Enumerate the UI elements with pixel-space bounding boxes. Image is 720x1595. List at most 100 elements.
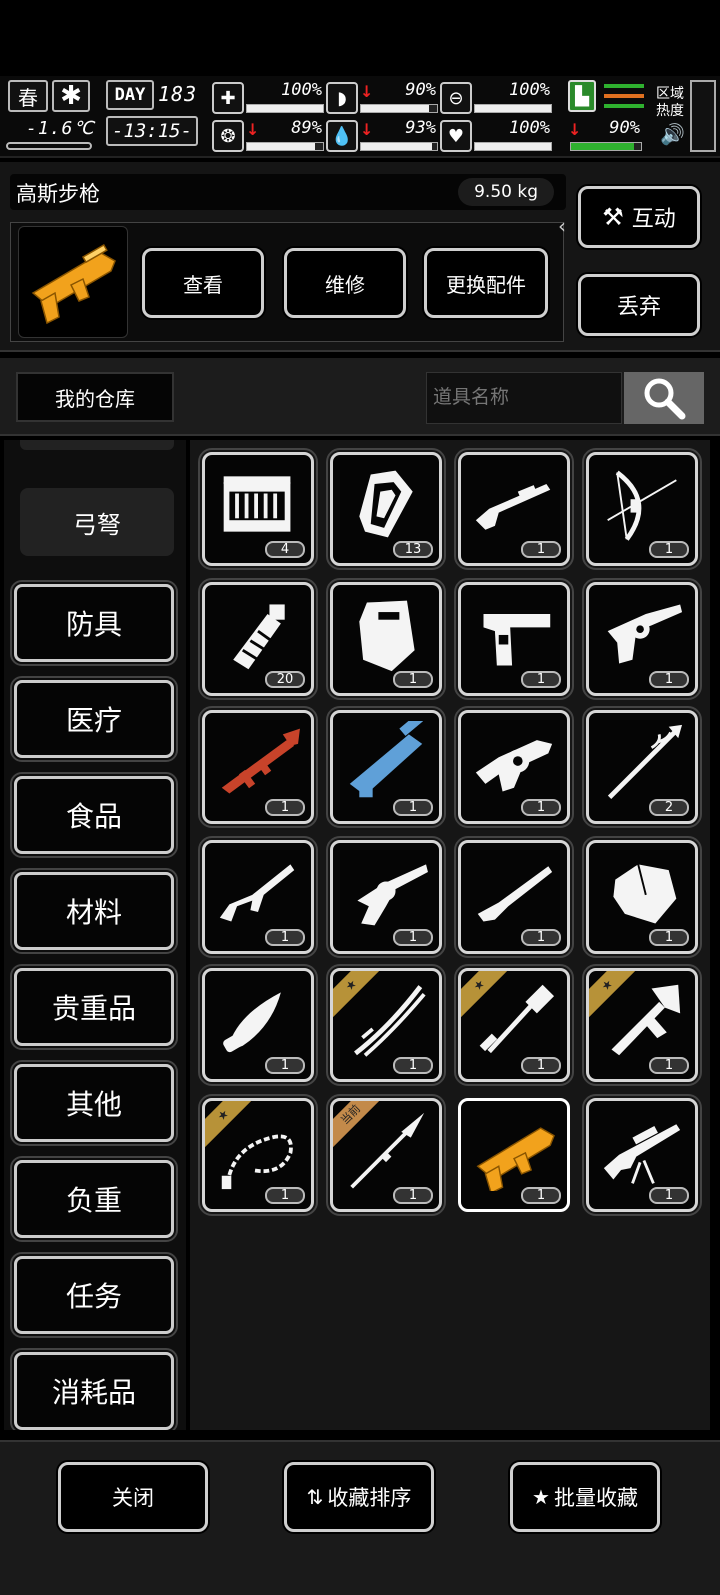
item-count: 1 — [265, 1057, 305, 1074]
temperature-readout: -1.6℃ — [26, 118, 95, 139]
sniper-rifle-icon — [603, 1124, 681, 1184]
day-number: 183 — [158, 82, 198, 106]
health-value: 100% — [281, 80, 322, 100]
category-load[interactable]: 负重 — [10, 1156, 178, 1242]
shotgun-icon — [475, 483, 551, 530]
spear-icon — [607, 724, 683, 799]
desert-eagle-icon — [483, 613, 551, 666]
category-partial[interactable] — [20, 440, 174, 450]
interact-label: 互动 — [631, 207, 676, 232]
boot-icon: ▙ — [568, 80, 596, 112]
search-icon — [644, 378, 686, 420]
category-quests[interactable]: 任务 — [10, 1252, 178, 1338]
magazine-icon — [359, 470, 413, 538]
inventory-slot[interactable]: ★ 1 — [454, 964, 574, 1086]
category-armor[interactable]: 防具 — [10, 580, 178, 666]
gauss-rifle-icon — [31, 243, 116, 325]
item-count: 1 — [521, 1057, 561, 1074]
search-input[interactable] — [426, 372, 622, 424]
inventory-slot[interactable]: 1 — [454, 706, 574, 828]
inventory-slot[interactable]: 2 — [582, 706, 702, 828]
category-medical[interactable]: 医疗 — [10, 676, 178, 762]
heart-stat: ♥ 100% — [440, 118, 555, 154]
item-count: 1 — [393, 671, 433, 688]
category-food[interactable]: 食品 — [10, 772, 178, 858]
change-parts-button[interactable]: 更换配件 — [424, 248, 548, 318]
water-value: 93% — [405, 118, 436, 138]
item-count: 4 — [265, 541, 305, 558]
ore-icon — [613, 864, 677, 924]
batch-favorite-button[interactable]: ★ 批量收藏 — [510, 1462, 660, 1532]
inventory-slot[interactable]: 1 — [454, 448, 574, 570]
category-crossbow[interactable]: 弓弩 — [20, 488, 174, 556]
stamina-stripe — [604, 94, 644, 98]
view-button[interactable]: 查看 — [142, 248, 264, 318]
repair-button[interactable]: 维修 — [284, 248, 406, 318]
sort-favorites-label: 收藏排序 — [327, 1486, 412, 1510]
inventory-slot[interactable]: ★ 1 — [326, 964, 446, 1086]
mood-value: 89% — [291, 118, 322, 138]
item-count: 20 — [265, 671, 305, 688]
grenade-icon — [233, 604, 285, 670]
inventory-slot[interactable]: 13 — [326, 448, 446, 570]
inventory-slot[interactable]: 1 — [582, 578, 702, 700]
collapse-arrow-icon[interactable]: ‹ — [558, 214, 566, 238]
old-revolver-icon — [357, 864, 428, 926]
inventory-slot[interactable]: 1 — [582, 836, 702, 958]
stars-icon: ★ — [532, 1485, 550, 1509]
interact-button[interactable]: ⚒ 互动 — [578, 186, 700, 248]
inventory-slot[interactable]: ★ 1 — [198, 1094, 318, 1216]
armor-stat: ⊖ 100% — [440, 80, 555, 116]
item-count: 1 — [649, 671, 689, 688]
rocket-launcher-icon — [221, 728, 300, 794]
inventory-slot[interactable]: 1 — [326, 706, 446, 828]
inventory-slot[interactable]: 1 — [326, 836, 446, 958]
category-materials[interactable]: 材料 — [10, 868, 178, 954]
inventory-slot[interactable]: 1 — [454, 836, 574, 958]
inventory-slot[interactable]: 当前 1 — [326, 1094, 446, 1216]
item-count: 2 — [649, 799, 689, 816]
search-button[interactable] — [624, 372, 704, 424]
water-stat: 💧 ↓ 93% — [326, 118, 441, 154]
warehouse-title: 我的仓库 — [16, 372, 174, 422]
inventory-slot[interactable]: 1 — [198, 706, 318, 828]
gauss-rifle-icon — [476, 1127, 555, 1191]
status-bar: 春 ✱ -1.6℃ DAY 183 -13:15- ✚ 100% ◗ ↓ 90%… — [0, 76, 720, 158]
inventory-slot[interactable]: 4 — [198, 448, 318, 570]
assault-rifle-icon — [219, 864, 295, 922]
item-preview — [18, 226, 128, 338]
speaker-icon[interactable]: 🔊 — [660, 122, 685, 146]
helmet-icon: ⊖ — [440, 82, 472, 114]
inventory-slot[interactable]: 20 — [198, 578, 318, 700]
inventory-slot[interactable]: 1 — [198, 964, 318, 1086]
close-button[interactable]: 关闭 — [58, 1462, 208, 1532]
inventory-slot[interactable]: 1 — [582, 1094, 702, 1216]
hunting-rifle-icon — [477, 866, 553, 922]
minigun-icon — [349, 721, 424, 798]
inventory-slot[interactable]: 1 — [198, 836, 318, 958]
day-label: DAY — [106, 80, 154, 110]
inventory-slot[interactable]: 1 — [582, 448, 702, 570]
stamina-value: 90% — [609, 118, 640, 138]
inventory-slot[interactable]: 1 — [454, 578, 574, 700]
grenade-launcher-icon — [475, 740, 553, 792]
hammer-icon: ⚒ — [602, 203, 624, 231]
sort-favorites-button[interactable]: ⇅ 收藏排序 — [284, 1462, 434, 1532]
water-drop-icon: 💧 — [326, 120, 358, 152]
inventory-slot[interactable]: 1 — [458, 1098, 570, 1212]
inventory-slot[interactable]: ★ 1 — [582, 964, 702, 1086]
revolver-icon — [607, 604, 683, 664]
item-name: 高斯步枪 — [16, 182, 100, 206]
category-other[interactable]: 其他 — [10, 1060, 178, 1146]
inventory-slot[interactable]: 1 — [326, 578, 446, 700]
snowflake-icon: ✱ — [52, 80, 90, 112]
item-count: 1 — [393, 799, 433, 816]
discard-button[interactable]: 丢弃 — [578, 274, 700, 336]
category-consumables[interactable]: 消耗品 — [10, 1348, 178, 1430]
item-count: 1 — [521, 1187, 561, 1204]
item-name-bar: 高斯步枪 9.50 kg — [10, 174, 566, 210]
category-sidebar[interactable]: 弓弩 防具 医疗 食品 材料 贵重品 其他 负重 任务 消耗品 — [4, 440, 186, 1430]
riot-shield-icon — [359, 600, 415, 672]
category-valuables[interactable]: 贵重品 — [10, 964, 178, 1050]
stamina-stripe — [604, 84, 644, 88]
